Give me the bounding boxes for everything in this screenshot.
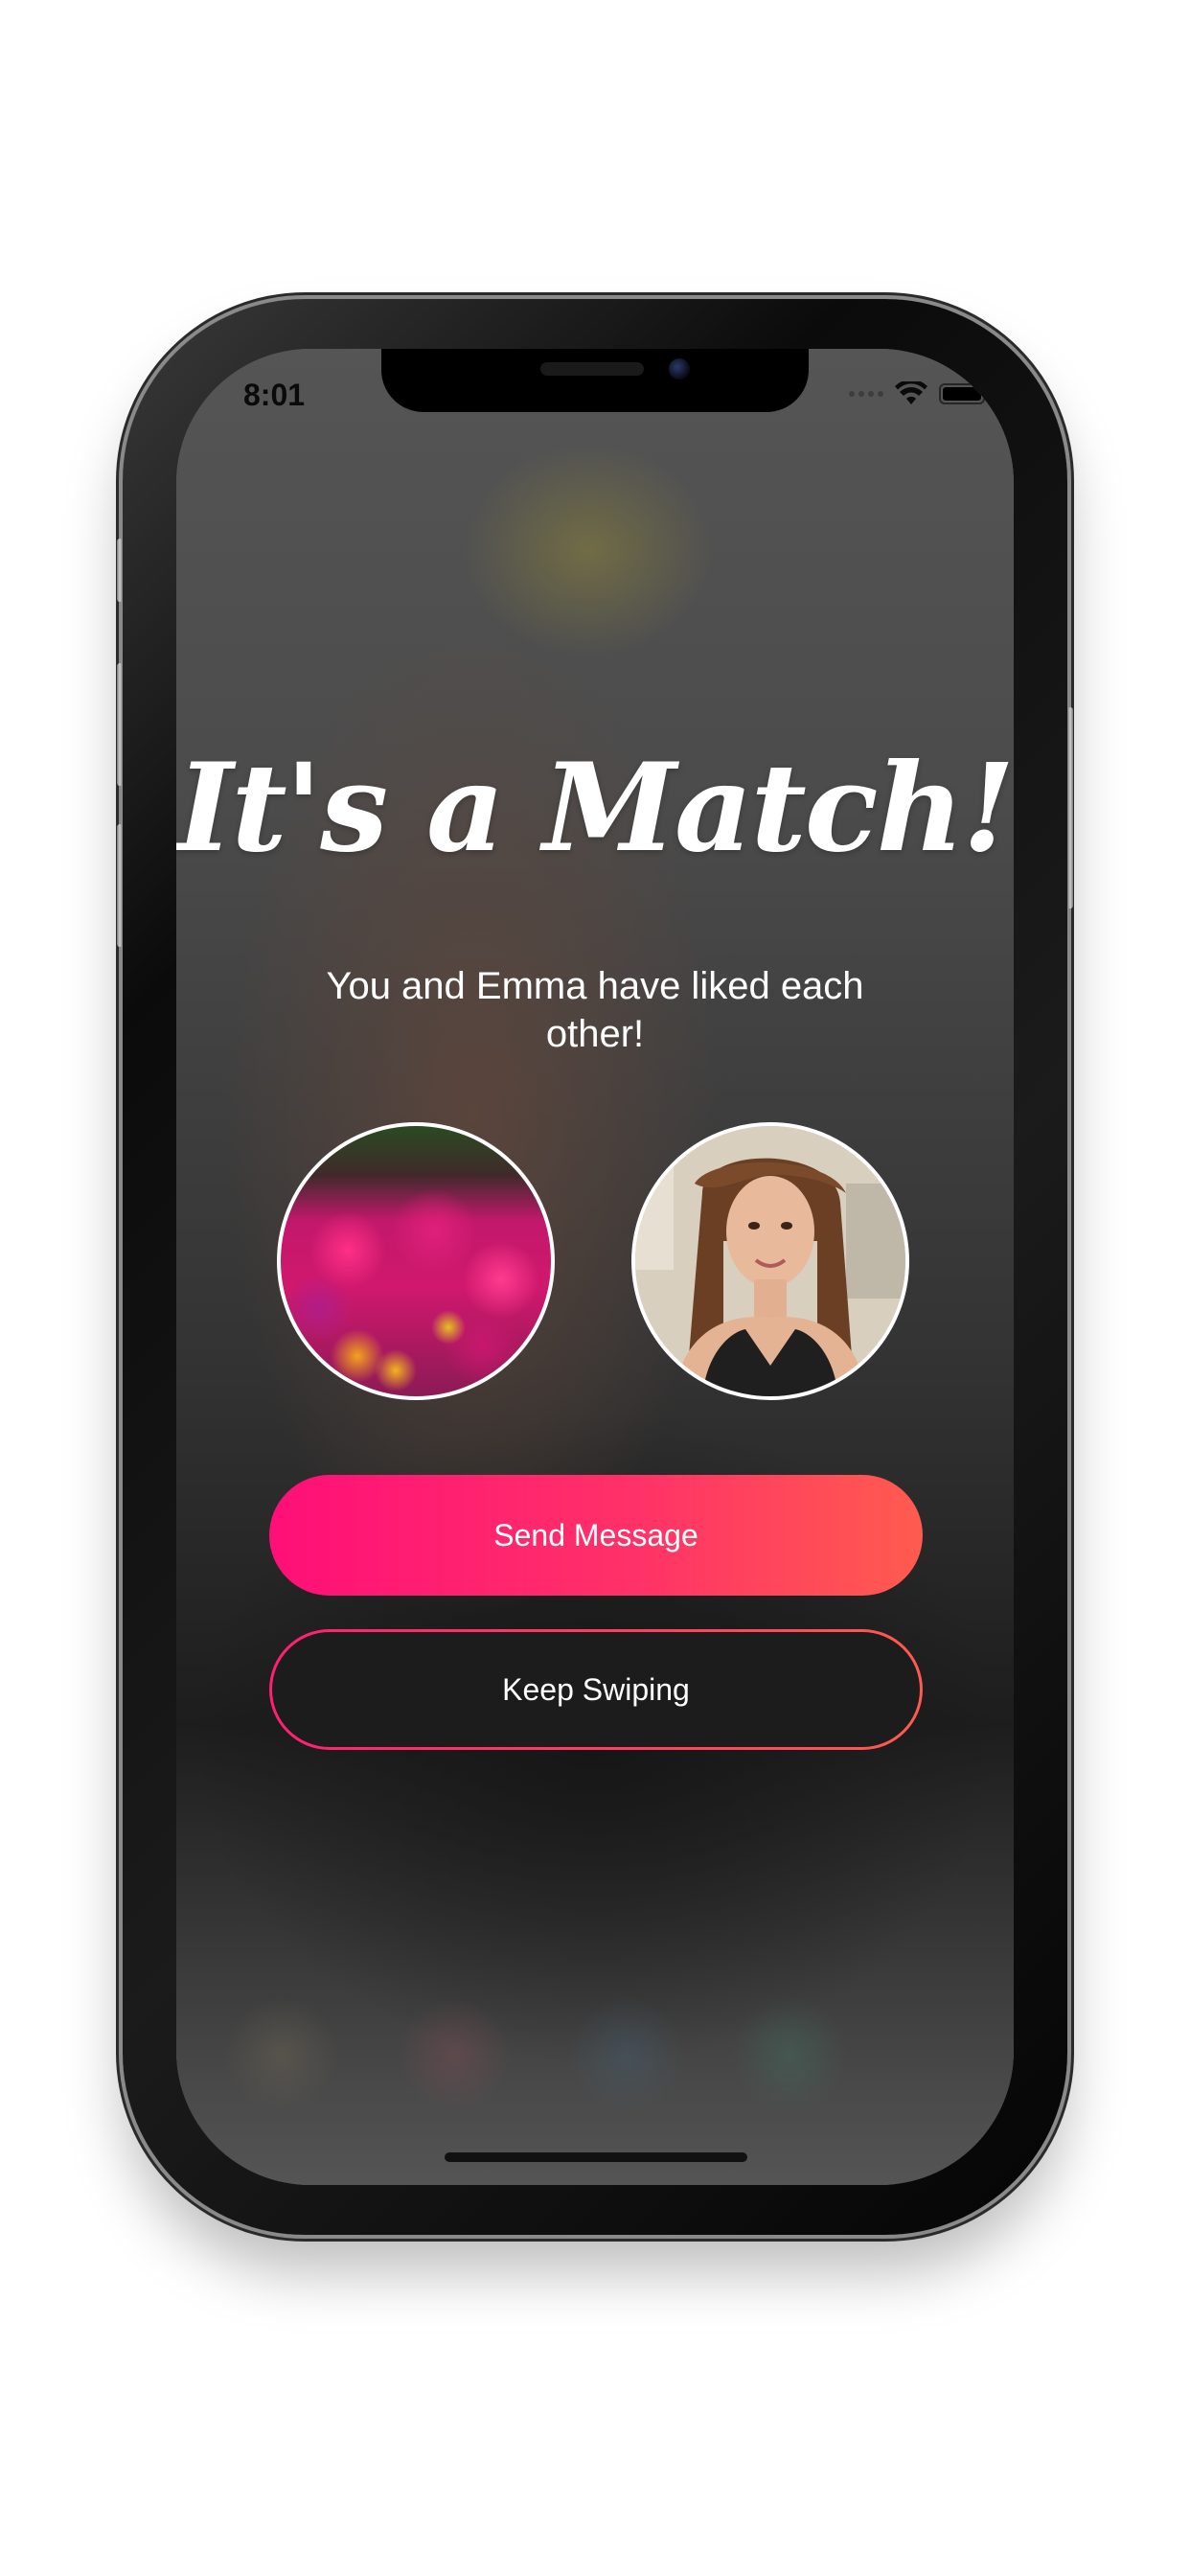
- match-subtitle: You and Emma have liked each other!: [326, 965, 864, 1055]
- match-avatar-emma: [631, 1122, 909, 1400]
- front-camera: [669, 358, 690, 380]
- keep-swiping-button[interactable]: Keep Swiping: [269, 1629, 923, 1750]
- home-indicator[interactable]: [445, 2152, 747, 2162]
- status-icons: [849, 381, 989, 406]
- wifi-icon: [895, 381, 927, 404]
- status-time: 8:01: [243, 378, 306, 412]
- volume-up-button: [117, 663, 123, 786]
- notch: [381, 349, 809, 412]
- battery-fill: [943, 387, 981, 401]
- phone-screen: 8:01 It's a Match! You and Emma have lik…: [176, 349, 1014, 2185]
- woman-portrait-photo: [635, 1126, 905, 1396]
- volume-down-button: [117, 824, 123, 947]
- mockup-stage: 8:01 It's a Match! You and Emma have lik…: [0, 0, 1190, 2576]
- speaker-grille: [540, 362, 644, 376]
- phone-frame: 8:01 It's a Match! You and Emma have lik…: [117, 299, 1073, 2235]
- my-avatar-flowers: [277, 1122, 555, 1400]
- send-message-button[interactable]: Send Message: [269, 1475, 923, 1596]
- signal-icon: [849, 391, 883, 397]
- power-button: [1067, 707, 1073, 908]
- battery-icon: [939, 383, 989, 404]
- match-title: It's a Match!: [176, 737, 1015, 879]
- mute-switch: [117, 539, 123, 602]
- blurred-dock: [176, 1959, 1014, 2150]
